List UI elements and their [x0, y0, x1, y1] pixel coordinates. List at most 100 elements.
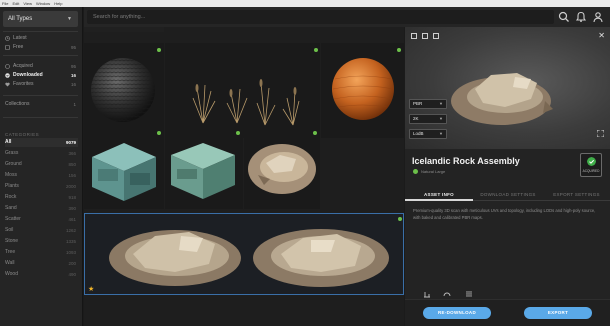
re-download-button[interactable]: RE-DOWNLOAD: [423, 307, 491, 319]
sidebar-item-favorites[interactable]: Favorites 16: [5, 80, 78, 89]
sidebar-divider: [3, 95, 78, 96]
category-ground[interactable]: Ground 850: [5, 160, 78, 169]
chevron-down-icon: ▼: [439, 101, 443, 106]
asset-subtitle[interactable]: Natural Large: [421, 169, 445, 174]
format-dropdown[interactable]: PBR ▼: [409, 99, 447, 109]
favorite-star-icon[interactable]: ★: [88, 285, 94, 293]
category-scatter[interactable]: Scatter 461: [5, 215, 78, 224]
export-button[interactable]: EXPORT: [524, 307, 592, 319]
view-mode-icon-3[interactable]: [433, 33, 439, 39]
sidebar-item-downloaded[interactable]: Downloaded 16: [5, 71, 78, 80]
category-count: 850: [68, 162, 76, 167]
asset-tile-dark-rock-sphere[interactable]: [84, 43, 164, 138]
sidebar: All Types ▼ Latest Free 95 Acquired 95 D…: [0, 7, 83, 326]
search-icon[interactable]: [558, 11, 570, 23]
format-value: PBR: [413, 101, 423, 106]
category-label: Grass: [5, 150, 19, 156]
menu-help[interactable]: Help: [54, 0, 62, 7]
category-rock[interactable]: Rock 918: [5, 193, 78, 202]
category-label: Rock: [5, 194, 17, 200]
category-count: 390: [68, 206, 76, 211]
tab-export-settings[interactable]: EXPORT SETTINGS: [543, 189, 610, 201]
category-label: Plants: [5, 183, 19, 189]
category-sand[interactable]: Sand 390: [5, 204, 78, 213]
lod-dropdown[interactable]: LodB ▼: [409, 129, 447, 139]
category-count: 918: [68, 195, 76, 200]
categories-header: CATEGORIES: [5, 132, 40, 137]
rock-scan-thumbnail: [248, 144, 316, 194]
sidebar-item-count: 16: [70, 73, 76, 78]
clock-icon: [5, 36, 10, 41]
type-select[interactable]: All Types ▼: [3, 11, 78, 27]
category-moss[interactable]: Moss 156: [5, 171, 78, 180]
dry-grass-thumbnail: [192, 79, 300, 126]
asset-tile-icelandic-rock-assembly[interactable]: ★: [84, 213, 404, 295]
sidebar-divider: [3, 117, 78, 118]
check-circle-icon: [5, 73, 10, 78]
menu-file[interactable]: File: [2, 0, 8, 7]
sidebar-item-label: Latest: [13, 35, 27, 41]
category-all[interactable]: All 9079: [5, 138, 78, 147]
category-label: Ground: [5, 161, 22, 167]
sidebar-item-acquired[interactable]: Acquired 95: [5, 62, 78, 71]
category-count: 366: [68, 151, 76, 156]
asset-tile-wood-sphere[interactable]: [321, 43, 404, 138]
asset-tile-dry-grass-plants[interactable]: [165, 43, 320, 138]
menu-edit[interactable]: Edit: [12, 0, 19, 7]
tab-asset-info[interactable]: ASSET INFO: [405, 189, 473, 201]
menu-window[interactable]: Window: [36, 0, 50, 7]
dark-rock-sphere-thumbnail: [91, 58, 155, 122]
category-tree[interactable]: Tree 1093: [5, 248, 78, 257]
category-wall[interactable]: Wall 200: [5, 259, 78, 268]
sidebar-item-label: Favorites: [13, 81, 34, 87]
scale-icon: [424, 292, 430, 298]
tab-download-settings[interactable]: DOWNLOAD SETTINGS: [473, 189, 543, 201]
user-icon[interactable]: [592, 11, 604, 23]
category-wood[interactable]: Wood 490: [5, 270, 78, 279]
search-placeholder: Search for anything...: [93, 14, 146, 20]
category-label: Stone: [5, 238, 19, 244]
crate-thumbnail: [171, 143, 235, 199]
view-mode-icon-1[interactable]: [411, 33, 417, 39]
speed-icon: [443, 292, 451, 297]
sidebar-divider: [3, 31, 78, 32]
sidebar-item-latest[interactable]: Latest: [5, 34, 78, 43]
category-label: Sand: [5, 205, 17, 211]
asset-tile-partial[interactable]: [84, 27, 164, 32]
category-stone[interactable]: Stone 1335: [5, 237, 78, 246]
acquired-dot: [397, 48, 401, 52]
expand-icon[interactable]: [597, 130, 604, 137]
search-input[interactable]: Search for anything...: [87, 10, 554, 24]
view-mode-icon-2[interactable]: [422, 33, 428, 39]
category-count: 156: [68, 173, 76, 178]
bell-icon[interactable]: [575, 11, 587, 23]
category-count: 200: [68, 261, 76, 266]
sidebar-item-count: 1: [73, 102, 76, 107]
resolution-dropdown[interactable]: 2K ▼: [409, 114, 447, 124]
category-grass[interactable]: Grass 366: [5, 149, 78, 158]
category-soil[interactable]: Soil 1262: [5, 226, 78, 235]
menu-view[interactable]: View: [23, 0, 32, 7]
asset-3d-preview[interactable]: ✕ PBR ▼ 2K ▼ LodB ▼: [405, 27, 610, 149]
category-icon: [413, 169, 418, 174]
asset-detail-panel: ✕ PBR ▼ 2K ▼ LodB ▼ Icelandic Rock Assembly…: [405, 27, 610, 326]
download-circle-icon: [5, 64, 10, 69]
asset-tile-rock-scan-small[interactable]: [244, 129, 320, 209]
sidebar-item-label: Free: [13, 44, 24, 50]
category-count: 1335: [65, 239, 76, 244]
sidebar-item-free[interactable]: Free 95: [5, 43, 78, 52]
type-select-value: All Types: [8, 16, 33, 22]
close-icon[interactable]: ✕: [598, 31, 605, 40]
sidebar-item-label: Acquired: [13, 63, 33, 69]
resolution-value: 2K: [413, 116, 419, 121]
sidebar-item-collections[interactable]: Collections 1: [5, 100, 78, 109]
sidebar-item-count: 95: [70, 64, 76, 69]
category-label: Scatter: [5, 216, 21, 222]
asset-tile-teal-metal-crate-2[interactable]: [165, 129, 243, 209]
density-icon: [466, 291, 472, 297]
sidebar-item-label: Downloaded: [13, 72, 43, 78]
crate-thumbnail: [92, 143, 156, 201]
sidebar-item-count: 95: [70, 45, 76, 50]
category-plants[interactable]: Plants 2000: [5, 182, 78, 191]
asset-tile-teal-metal-crate-1[interactable]: [84, 129, 164, 209]
